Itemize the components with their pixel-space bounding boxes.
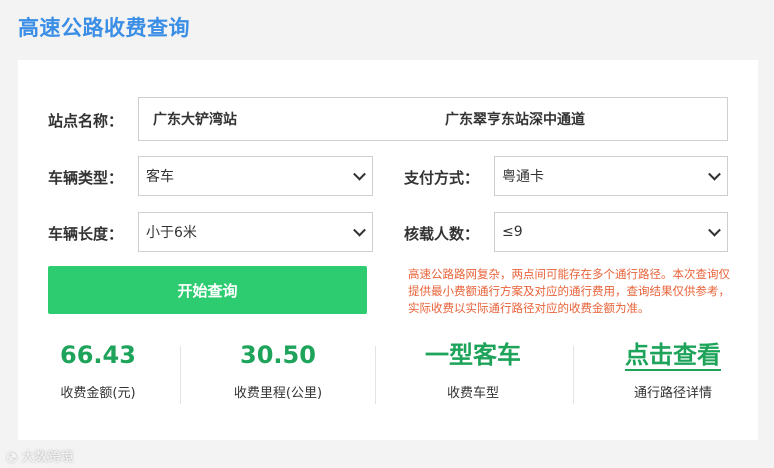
toll-query-card: 站点名称： 广东大铲湾站 广东翠亨东站深中通道 车辆类型： 客车 支付方式： 粤… <box>18 60 758 440</box>
station-input[interactable]: 广东大铲湾站 广东翠亨东站深中通道 <box>138 97 728 141</box>
capacity-value: ≤9 <box>502 224 523 240</box>
distance-label: 收费里程(公里) <box>233 386 323 401</box>
fee-label: 收费金额(元) <box>60 386 136 401</box>
distance-stat: 30.50 收费里程(公里) <box>208 340 348 412</box>
vehicle-type-value: 客车 <box>146 169 174 185</box>
payment-select[interactable]: 粤通卡 <box>494 156 728 196</box>
route-detail-stat: 点击查看 通行路径详情 <box>603 340 743 412</box>
payment-label: 支付方式： <box>404 169 480 187</box>
vehicle-length-label: 车辆长度： <box>48 225 124 243</box>
chevron-down-icon <box>708 223 721 237</box>
fee-value: 66.43 <box>60 341 136 369</box>
divider <box>180 346 181 404</box>
divider <box>573 346 574 404</box>
vehicle-length-select[interactable]: 小于6米 <box>138 212 373 252</box>
route-detail-label: 通行路径详情 <box>633 386 712 401</box>
capacity-select[interactable]: ≤9 <box>494 212 728 252</box>
chevron-down-icon <box>353 223 366 237</box>
station-label: 站点名称： <box>48 112 124 130</box>
vehicle-class-label: 收费车型 <box>446 386 499 401</box>
query-notice: 高速公路路网复杂，两点间可能存在多个通行路径。本次查询仅提供最小费额通行方案及对… <box>408 267 730 315</box>
station-to-value[interactable]: 广东翠亨东站深中通道 <box>445 109 585 129</box>
vehicle-class-value: 一型客车 <box>425 341 521 369</box>
divider <box>375 346 376 404</box>
fee-stat: 66.43 收费金额(元) <box>28 340 168 412</box>
vehicle-class-stat: 一型客车 收费车型 <box>403 340 543 412</box>
watermark: ◔ 大数跨境 <box>6 446 74 465</box>
vehicle-length-value: 小于6米 <box>146 225 197 241</box>
route-detail-link[interactable]: 点击查看 <box>625 340 721 370</box>
payment-value: 粤通卡 <box>502 169 544 185</box>
page-title: 高速公路收费查询 <box>18 16 190 40</box>
watermark-logo-icon: ◔ <box>6 450 18 465</box>
chevron-down-icon <box>708 167 721 181</box>
chevron-down-icon <box>353 167 366 181</box>
vehicle-type-label: 车辆类型： <box>48 169 124 187</box>
station-from-value[interactable]: 广东大铲湾站 <box>153 109 237 129</box>
distance-value: 30.50 <box>240 341 316 369</box>
watermark-text: 大数跨境 <box>21 450 74 465</box>
capacity-label: 核载人数： <box>404 225 480 243</box>
start-query-button[interactable]: 开始查询 <box>48 266 367 314</box>
vehicle-type-select[interactable]: 客车 <box>138 156 373 196</box>
